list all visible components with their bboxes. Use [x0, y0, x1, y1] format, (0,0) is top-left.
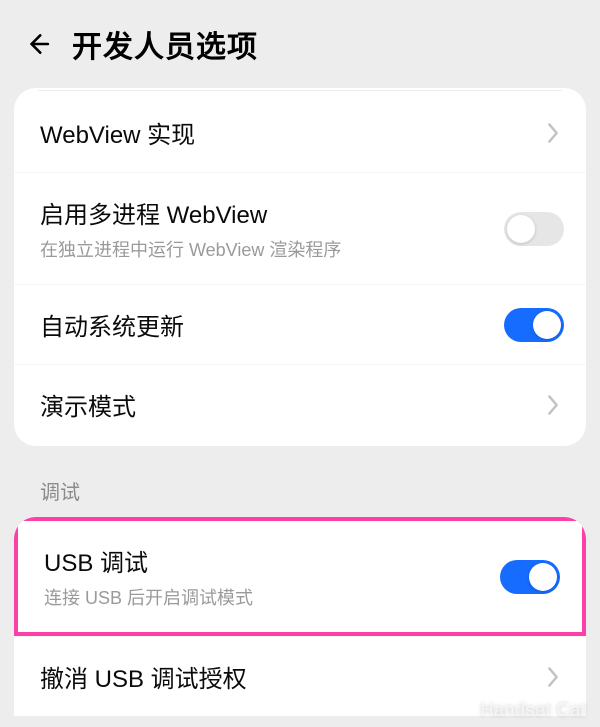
divider	[38, 90, 562, 91]
row-auto-system-update[interactable]: 自动系统更新	[14, 284, 586, 364]
row-webview-implementation[interactable]: WebView 实现	[14, 93, 586, 172]
chevron-right-icon	[542, 666, 564, 688]
row-label: USB 调试	[44, 543, 500, 578]
page-title: 开发人员选项	[72, 22, 258, 66]
back-icon[interactable]	[22, 29, 52, 59]
row-label: 自动系统更新	[40, 307, 504, 342]
row-revoke-usb-auth[interactable]: 撤消 USB 调试授权	[14, 636, 586, 716]
chevron-right-icon	[542, 122, 564, 144]
row-subtitle: 连接 USB 后开启调试模式	[44, 584, 500, 610]
row-label: 撤消 USB 调试授权	[40, 659, 542, 694]
header: 开发人员选项	[0, 0, 600, 84]
toggle-knob	[533, 311, 561, 339]
row-subtitle: 在独立进程中运行 WebView 渲染程序	[40, 236, 504, 262]
toggle-usb-debugging[interactable]	[500, 560, 560, 594]
toggle-auto-system-update[interactable]	[504, 308, 564, 342]
toggle-knob	[507, 215, 535, 243]
toggle-knob	[529, 563, 557, 591]
row-multi-process-webview[interactable]: 启用多进程 WebView 在独立进程中运行 WebView 渲染程序	[14, 172, 586, 284]
section-header-debug: 调试	[0, 446, 600, 517]
settings-group-debug: USB 调试 连接 USB 后开启调试模式 撤消 USB 调试授权	[14, 517, 586, 716]
row-label: 演示模式	[40, 387, 542, 422]
toggle-multi-process-webview[interactable]	[504, 212, 564, 246]
row-usb-debugging[interactable]: USB 调试 连接 USB 后开启调试模式	[14, 517, 586, 636]
row-demo-mode[interactable]: 演示模式	[14, 364, 586, 444]
settings-group-general: WebView 实现 启用多进程 WebView 在独立进程中运行 WebVie…	[14, 88, 586, 446]
row-label: 启用多进程 WebView	[40, 195, 504, 230]
chevron-right-icon	[542, 394, 564, 416]
row-label: WebView 实现	[40, 115, 542, 150]
